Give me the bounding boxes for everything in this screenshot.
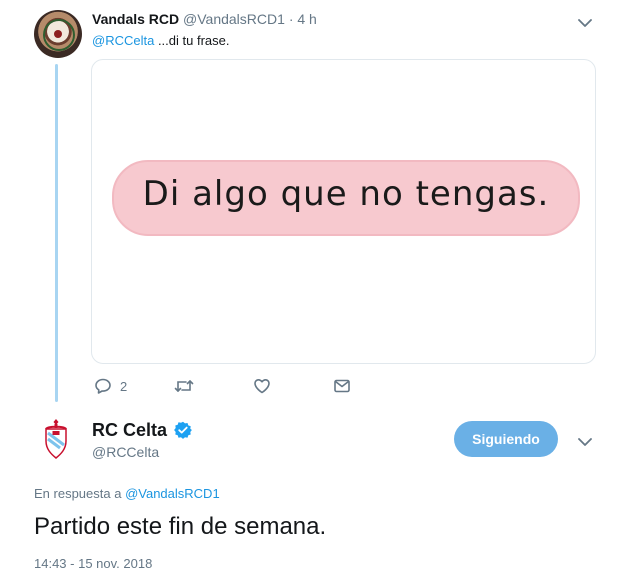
retweet-icon xyxy=(174,380,194,392)
tweet-body: ...di tu frase. xyxy=(154,33,230,48)
tweet-time[interactable]: 4 h xyxy=(297,11,316,27)
avatar[interactable] xyxy=(34,10,82,58)
separator: · xyxy=(288,11,294,27)
author-name[interactable]: RC Celta xyxy=(92,420,167,440)
mention-link[interactable]: @VandalsRCD1 xyxy=(125,486,220,501)
in-reply-label: En respuesta a xyxy=(34,486,126,501)
tweet-timestamp[interactable]: 14:43 - 15 nov. 2018 xyxy=(34,556,152,571)
avatar-center xyxy=(54,30,62,38)
message-icon xyxy=(334,379,350,393)
author-handle[interactable]: @VandalsRCD1 xyxy=(183,11,285,27)
tweet-text: @RCCelta ...di tu frase. xyxy=(92,33,229,48)
avatar[interactable] xyxy=(40,417,72,461)
tweet-header: Vandals RCD @VandalsRCD1 · 4 h xyxy=(92,11,317,27)
mention-link[interactable]: @RCCelta xyxy=(92,33,154,48)
reply-count: 2 xyxy=(120,378,128,394)
tweet-text: Partido este fin de semana. xyxy=(34,513,327,540)
author-name[interactable]: Vandals RCD xyxy=(92,11,179,27)
like-icon xyxy=(254,379,270,394)
tweet-image[interactable]: Di algo que no tengas. xyxy=(91,59,596,364)
tweet-header: RC Celta xyxy=(92,420,193,441)
thread-line xyxy=(55,64,58,402)
chevron-down-icon[interactable] xyxy=(578,434,592,452)
crest-icon xyxy=(45,419,67,459)
follow-button[interactable]: Siguiendo xyxy=(454,421,558,457)
like-button[interactable] xyxy=(253,376,279,396)
verified-icon xyxy=(174,421,193,439)
retweet-button[interactable] xyxy=(174,376,202,396)
author-handle[interactable]: @RCCelta xyxy=(92,444,159,460)
chevron-down-icon[interactable] xyxy=(578,15,592,33)
in-reply-to: En respuesta a @VandalsRCD1 xyxy=(34,486,220,501)
image-highlight: Di algo que no tengas. xyxy=(112,160,580,236)
reply-icon xyxy=(95,378,111,394)
reply-button[interactable]: 2 xyxy=(94,376,127,396)
image-caption: Di algo que no tengas. xyxy=(142,174,550,214)
message-button[interactable] xyxy=(333,376,351,396)
